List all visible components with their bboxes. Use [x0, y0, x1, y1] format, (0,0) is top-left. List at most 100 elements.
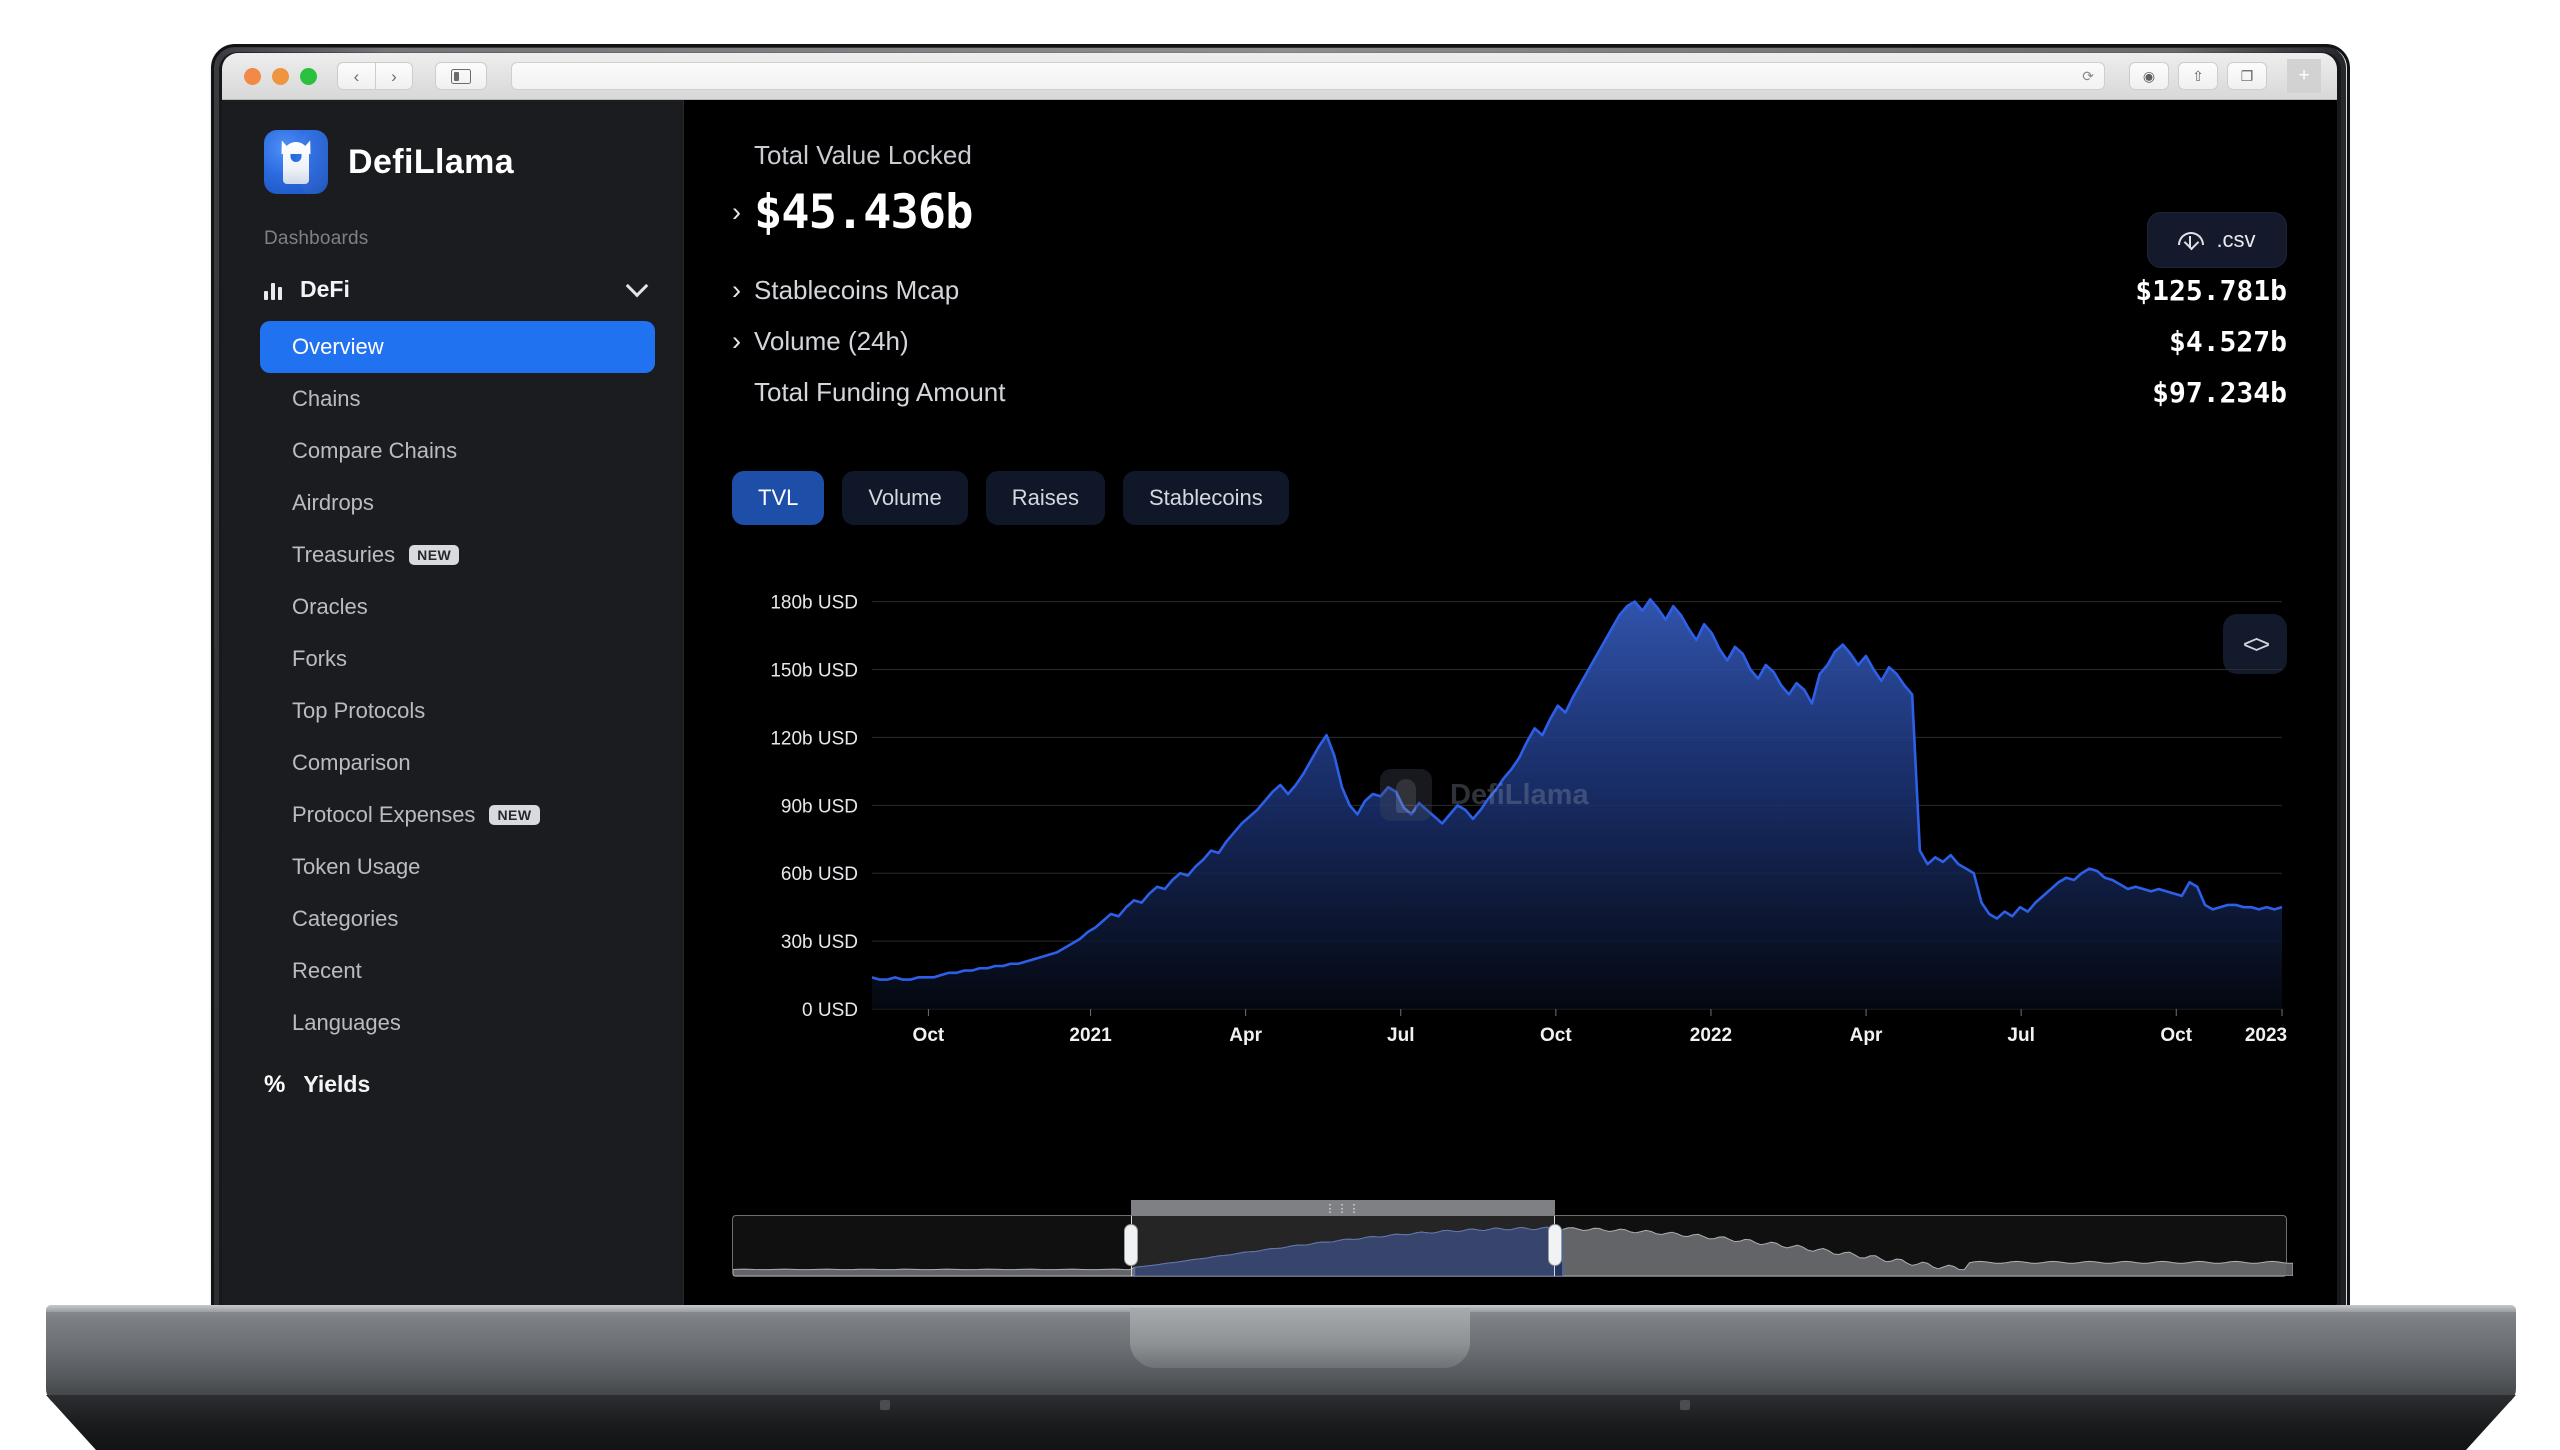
reload-icon[interactable]: ⟳ [2082, 68, 2094, 85]
sidebar-item-label: Comparison [292, 750, 411, 775]
drag-grip-icon: ⋮⋮⋮ [1324, 1202, 1361, 1215]
sidebar-section-label: Yields [303, 1071, 371, 1097]
percent-icon: % [264, 1070, 286, 1098]
stat-value: $4.527b [2168, 325, 2287, 358]
x-axis-tick-label: 2022 [1690, 1025, 1732, 1046]
sidebar-section-defi[interactable]: DeFi [222, 250, 683, 303]
sidebar-item-airdrops[interactable]: Airdrops [260, 477, 655, 529]
watermark-logo-icon [1380, 769, 1432, 821]
tab-label: Raises [1011, 485, 1079, 510]
sidebar-item-categories[interactable]: Categories [260, 893, 655, 945]
tvl-chart[interactable]: 180b USD 150b USD 120b USD 90b USD 60b USD 30… [732, 569, 2287, 1109]
tab-label: Stablecoins [1149, 485, 1263, 510]
sidebar-item-label: Recent [292, 958, 362, 983]
sidebar-toggle-button[interactable] [435, 62, 487, 90]
range-drag-bar[interactable]: ⋮⋮⋮ [1130, 1200, 1555, 1216]
tab-label: Volume [868, 485, 942, 510]
sidebar-item-label: Treasuries [292, 542, 396, 567]
x-axis-tick-label: Oct [1540, 1025, 1572, 1046]
tvl-row[interactable]: › $45.436b [732, 185, 2287, 240]
x-axis-tick-label: Jul [1387, 1025, 1414, 1046]
record-icon[interactable]: ◉ [2129, 62, 2169, 90]
tab-raises[interactable]: Raises [985, 471, 1105, 525]
defillama-logo-icon [264, 130, 328, 194]
sidebar-item-forks[interactable]: Forks [260, 633, 655, 685]
browser-window: ‹ › ⟳ ◉ ⇧ ❐ + DefiLlama Dashboards DeFi … [222, 53, 2337, 1305]
watermark-text: DefiLlama [1450, 778, 1589, 811]
forward-button[interactable]: › [375, 62, 413, 90]
sidebar-item-treasuries[interactable]: Treasuries NEW [260, 529, 655, 581]
address-bar[interactable]: ⟳ [511, 62, 2105, 90]
tab-stablecoins[interactable]: Stablecoins [1123, 471, 1289, 525]
x-axis-tick-label: Apr [1850, 1025, 1883, 1046]
sidebar-item-label: Compare Chains [292, 438, 458, 463]
sidebar-item-compare-chains[interactable]: Compare Chains [260, 425, 655, 477]
x-axis-tick-label: Apr [1229, 1025, 1262, 1046]
sidebar-item-label: Oracles [292, 594, 368, 619]
x-axis-tick-label: 2023 [2245, 1025, 2287, 1046]
new-badge: NEW [489, 805, 540, 825]
sidebar-item-top-protocols[interactable]: Top Protocols [260, 685, 655, 737]
stat-label: Total Funding Amount [754, 377, 1006, 407]
sidebar-item-protocol-expenses[interactable]: Protocol Expenses NEW [260, 789, 655, 841]
sidebar-item-chains[interactable]: Chains [260, 373, 655, 425]
chevron-left-icon: ‹ [353, 66, 360, 86]
share-icon[interactable]: ⇧ [2178, 62, 2218, 90]
range-shade-left [733, 1216, 1131, 1276]
sidebar-item-token-usage[interactable]: Token Usage [260, 841, 655, 893]
tab-tvl[interactable]: TVL [732, 471, 825, 525]
stat-label: Stablecoins Mcap [754, 275, 960, 305]
x-axis-tick-label: Oct [913, 1025, 945, 1046]
sidebar-section-label: DeFi [300, 276, 350, 302]
y-axis-tick-label: 120b USD [770, 728, 858, 749]
csv-label: .csv [2216, 227, 2256, 252]
deck-front [46, 1395, 2516, 1450]
maximize-window-icon[interactable] [300, 67, 317, 85]
sidebar-item-comparison[interactable]: Comparison [260, 737, 655, 789]
y-axis-tick-label: 180b USD [770, 593, 858, 614]
x-axis-tick-label: 2021 [1069, 1025, 1112, 1046]
y-axis-tick-label: 30b USD [781, 932, 858, 953]
close-window-icon[interactable] [244, 67, 261, 85]
sidebar-item-label: Token Usage [292, 854, 421, 879]
y-axis-tick-label: 150b USD [770, 661, 858, 682]
sidebar-item-recent[interactable]: Recent [260, 945, 655, 997]
expand-chevron-icon[interactable]: › [732, 328, 754, 355]
sidebar-item-label: Protocol Expenses [292, 802, 476, 827]
new-badge: NEW [409, 545, 460, 565]
page-body: DefiLlama Dashboards DeFi Overview Chains… [222, 100, 2337, 1305]
browser-titlebar: ‹ › ⟳ ◉ ⇧ ❐ + [222, 53, 2337, 100]
expand-chevron-icon[interactable]: › [732, 277, 754, 304]
stat-value: $97.234b [2152, 376, 2287, 409]
range-handle-right[interactable] [1547, 1224, 1562, 1266]
window-traffic-lights [244, 67, 317, 85]
y-axis-tick-label: 0 USD [802, 1000, 858, 1021]
expand-chevron-icon[interactable]: › [732, 199, 754, 226]
tvl-value: $45.436b [754, 185, 973, 240]
tab-volume[interactable]: Volume [842, 471, 968, 525]
y-axis-tick-label: 60b USD [781, 864, 858, 885]
laptop-mockup: ‹ › ⟳ ◉ ⇧ ❐ + DefiLlama Dashboards DeFi … [0, 0, 2560, 1450]
stat-row[interactable]: › Volume (24h) $4.527b [732, 325, 2287, 358]
sidebar-item-oracles[interactable]: Oracles [260, 581, 655, 633]
sidebar-item-languages[interactable]: Languages [260, 997, 655, 1049]
sidebar-item-overview[interactable]: Overview [260, 321, 655, 373]
sidebar-item-label: Languages [292, 1010, 401, 1035]
chart-range-slider[interactable]: ⋮⋮⋮ [732, 1200, 2293, 1277]
minimize-window-icon[interactable] [272, 67, 289, 85]
tabs-icon[interactable]: ❐ [2227, 62, 2267, 90]
new-tab-button[interactable]: + [2287, 59, 2321, 93]
plus-icon: + [2298, 65, 2310, 86]
y-axis-tick-label: 90b USD [781, 796, 858, 817]
sidebar-section-yields[interactable]: % Yields [222, 1049, 683, 1098]
sidebar-item-label: Overview [292, 334, 384, 359]
range-handle-left[interactable] [1123, 1224, 1138, 1266]
download-csv-button[interactable]: .csv [2147, 212, 2287, 268]
stat-label: Volume (24h) [754, 326, 909, 356]
range-shade-right [1554, 1216, 2286, 1276]
x-axis-tick-label: Oct [2160, 1025, 2192, 1046]
back-button[interactable]: ‹ [337, 62, 375, 90]
stat-row[interactable]: › Stablecoins Mcap $125.781b [732, 274, 2287, 307]
brand-logo-block[interactable]: DefiLlama [222, 100, 683, 194]
stats-list: › Stablecoins Mcap $125.781b › Volume (24h) $… [732, 274, 2287, 409]
